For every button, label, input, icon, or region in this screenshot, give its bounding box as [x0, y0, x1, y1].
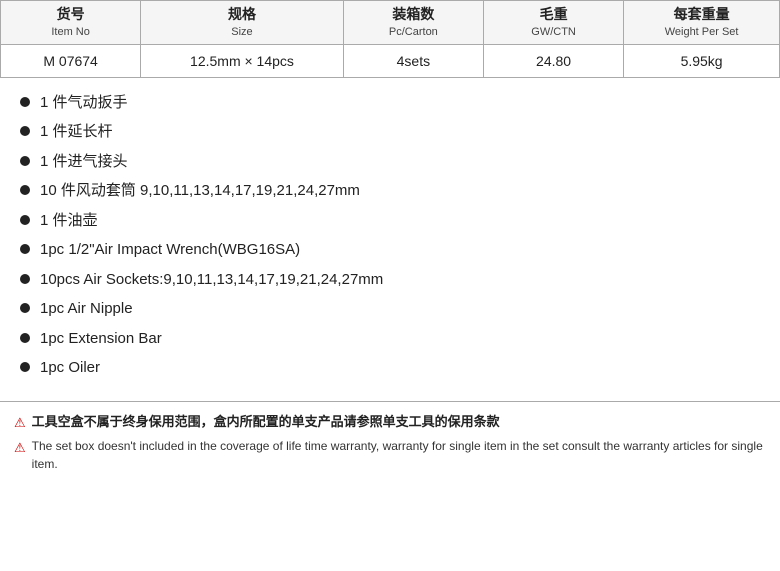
list-item: 1 件油壶 — [20, 210, 760, 233]
list-item-text: 1pc Air Nipple — [40, 298, 760, 321]
product-table: 货号 Item No 规格 Size 装箱数 Pc/Carton 毛重 GW/C… — [0, 0, 780, 78]
bullet-icon — [20, 362, 30, 372]
warning-icon: ⚠ — [14, 413, 26, 433]
list-item: 1pc Oiler — [20, 357, 760, 380]
table-header-row: 货号 Item No 规格 Size 装箱数 Pc/Carton 毛重 GW/C… — [1, 1, 780, 45]
header-gw-ctn: 毛重 GW/CTN — [483, 1, 623, 45]
header-weight-per-set: 每套重量 Weight Per Set — [624, 1, 780, 45]
cell-size: 12.5mm × 14pcs — [141, 44, 344, 77]
list-item: 1 件进气接头 — [20, 151, 760, 174]
list-item: 1pc Air Nipple — [20, 298, 760, 321]
bullet-icon — [20, 333, 30, 343]
list-item: 10 件风动套筒 9,10,11,13,14,17,19,21,24,27mm — [20, 180, 760, 203]
list-item-text: 1 件气动扳手 — [40, 92, 760, 115]
cell-item-no: M 07674 — [1, 44, 141, 77]
bullet-icon — [20, 274, 30, 284]
list-item-text: 10pcs Air Sockets:9,10,11,13,14,17,19,21… — [40, 269, 760, 292]
content-section: 1 件气动扳手 1 件延长杆 1 件进气接头 10 件风动套筒 9,10,11,13,… — [0, 78, 780, 397]
list-item: 1 件延长杆 — [20, 121, 760, 144]
item-list: 1 件气动扳手 1 件延长杆 1 件进气接头 10 件风动套筒 9,10,11,13,… — [20, 92, 760, 380]
bullet-icon — [20, 185, 30, 195]
cell-gw-ctn: 24.80 — [483, 44, 623, 77]
cell-pc-carton: 4sets — [343, 44, 483, 77]
list-item-text: 10 件风动套筒 9,10,11,13,14,17,19,21,24,27mm — [40, 180, 760, 203]
bullet-icon — [20, 126, 30, 136]
warning-en-line: ⚠ The set box doesn't included in the cov… — [14, 437, 766, 473]
list-item-text: 1pc Extension Bar — [40, 328, 760, 351]
table-data-row: M 07674 12.5mm × 14pcs 4sets 24.80 5.95k… — [1, 44, 780, 77]
list-item-text: 1 件延长杆 — [40, 121, 760, 144]
list-item-text: 1 件油壶 — [40, 210, 760, 233]
list-item-text: 1pc 1/2"Air Impact Wrench(WBG16SA) — [40, 239, 760, 262]
bullet-icon — [20, 215, 30, 225]
header-pc-carton: 装箱数 Pc/Carton — [343, 1, 483, 45]
bullet-icon — [20, 156, 30, 166]
list-item: 1 件气动扳手 — [20, 92, 760, 115]
warning-section: ⚠ 工具空盒不属于终身保用范围，盒内所配置的单支产品请参照单支工具的保用条款 ⚠ Th… — [0, 401, 780, 491]
list-item-text: 1pc Oiler — [40, 357, 760, 380]
list-item: 10pcs Air Sockets:9,10,11,13,14,17,19,21… — [20, 269, 760, 292]
header-item-no: 货号 Item No — [1, 1, 141, 45]
warning-icon-en: ⚠ — [14, 438, 26, 458]
cell-weight-per-set: 5.95kg — [624, 44, 780, 77]
list-item-text: 1 件进气接头 — [40, 151, 760, 174]
header-size: 规格 Size — [141, 1, 344, 45]
bullet-icon — [20, 97, 30, 107]
bullet-icon — [20, 303, 30, 313]
list-item: 1pc Extension Bar — [20, 328, 760, 351]
bullet-icon — [20, 244, 30, 254]
warning-en-text: The set box doesn't included in the cove… — [32, 437, 766, 473]
warning-cn-line: ⚠ 工具空盒不属于终身保用范围，盒内所配置的单支产品请参照单支工具的保用条款 — [14, 412, 766, 433]
list-item: 1pc 1/2"Air Impact Wrench(WBG16SA) — [20, 239, 760, 262]
warning-cn-text: 工具空盒不属于终身保用范围，盒内所配置的单支产品请参照单支工具的保用条款 — [32, 412, 500, 432]
